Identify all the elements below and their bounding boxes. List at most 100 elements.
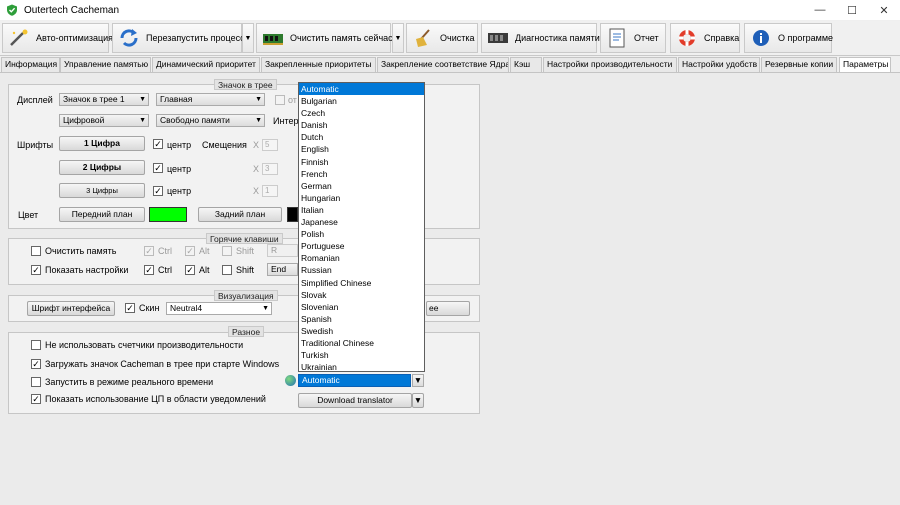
- center2-checkbox[interactable]: ✓: [153, 163, 163, 173]
- foreground-button[interactable]: Передний план: [59, 207, 145, 222]
- more-button[interactable]: ее: [426, 301, 470, 316]
- show-settings-hotkey-checkbox[interactable]: ✓: [31, 265, 41, 275]
- tab-core-affinity[interactable]: Закрепление соответствие Ядра: [377, 57, 509, 72]
- report-button[interactable]: Отчет: [600, 23, 666, 53]
- free-memory-select[interactable]: Свободно памяти ▼: [156, 114, 265, 127]
- shift1-checkbox[interactable]: [222, 246, 232, 256]
- skin-select[interactable]: Neutral4 ▼: [166, 302, 272, 315]
- language-option[interactable]: Bulgarian: [299, 95, 424, 107]
- tab-dynamic-priority[interactable]: Динамический приоритет: [152, 57, 260, 72]
- language-option[interactable]: Romanian: [299, 252, 424, 264]
- language-option[interactable]: Finnish: [299, 156, 424, 168]
- memory-diagnostics-button[interactable]: Диагностика памяти: [481, 23, 600, 53]
- center3-checkbox[interactable]: ✓: [153, 186, 163, 196]
- x2-spinbox[interactable]: 3: [262, 163, 278, 175]
- digit2-font-button[interactable]: 2 Цифры: [59, 160, 145, 175]
- ctrl2-label: Ctrl: [158, 265, 172, 275]
- restart-process-button[interactable]: Перезапустить процесс: [112, 23, 245, 53]
- clear-memory-hotkey-label: Очистить память: [45, 246, 117, 256]
- tab-backups[interactable]: Резервные копии: [761, 57, 837, 72]
- digit3-font-button[interactable]: 3 Цифры: [59, 183, 145, 198]
- background-button[interactable]: Задний план: [198, 207, 282, 222]
- about-button[interactable]: О программе: [744, 23, 833, 53]
- tab-info[interactable]: Информация: [1, 57, 60, 72]
- shift1-label: Shift: [236, 246, 255, 256]
- auto-optimize-label: Авто-оптимизация: [36, 33, 114, 43]
- center1-checkbox[interactable]: ✓: [153, 139, 163, 149]
- window-controls: — ☐ ✕: [804, 0, 900, 20]
- x1-spinbox[interactable]: 5: [262, 139, 278, 151]
- language-option[interactable]: Dutch: [299, 131, 424, 143]
- tab-cache[interactable]: Кэш: [510, 57, 542, 72]
- clear-memory-now-button[interactable]: Очистить память сейчас!: [256, 23, 395, 53]
- language-option[interactable]: Danish: [299, 119, 424, 131]
- no-perf-counters-checkbox[interactable]: [31, 340, 41, 350]
- download-translator-button[interactable]: Download translator: [298, 393, 412, 408]
- language-option[interactable]: Swedish: [299, 325, 424, 337]
- language-option[interactable]: Russian: [299, 264, 424, 276]
- faded-checkbox[interactable]: [275, 95, 285, 105]
- language-option[interactable]: Japanese: [299, 216, 424, 228]
- memory-diagnostics-label: Диагностика памяти: [515, 33, 600, 43]
- language-option[interactable]: Czech: [299, 107, 424, 119]
- language-option[interactable]: Traditional Chinese: [299, 337, 424, 349]
- load-tray-at-startup-checkbox[interactable]: ✓: [31, 359, 41, 369]
- shift2-checkbox[interactable]: [222, 265, 232, 275]
- auto-optimize-button[interactable]: Авто-оптимизация: [2, 23, 113, 53]
- language-option[interactable]: Simplified Chinese: [299, 277, 424, 289]
- language-option[interactable]: Hungarian: [299, 192, 424, 204]
- close-button[interactable]: ✕: [868, 0, 900, 20]
- cpu-usage-tray-checkbox[interactable]: ✓: [31, 394, 41, 404]
- lifebuoy-icon: [679, 30, 695, 46]
- tab-memory-management[interactable]: Управление памятью: [60, 57, 151, 72]
- realtime-mode-checkbox[interactable]: [31, 377, 41, 387]
- hotkey1-key-select[interactable]: R: [267, 244, 298, 257]
- language-option[interactable]: English: [299, 143, 424, 155]
- ctrl1-checkbox[interactable]: ✓: [144, 246, 154, 256]
- tab-convenience-settings[interactable]: Настройки удобств: [678, 57, 760, 72]
- language-option[interactable]: German: [299, 180, 424, 192]
- display-mode-select[interactable]: Значок в трее 1 ▼: [59, 93, 149, 106]
- skin-checkbox[interactable]: ✓: [125, 303, 135, 313]
- language-option[interactable]: Polish: [299, 228, 424, 240]
- foreground-color-swatch[interactable]: [149, 207, 187, 222]
- hotkey2-key-select[interactable]: End: [267, 263, 298, 276]
- background-color-swatch[interactable]: [287, 207, 298, 222]
- minimize-button[interactable]: —: [804, 0, 836, 20]
- report-label: Отчет: [634, 33, 659, 43]
- alt2-checkbox[interactable]: ✓: [185, 265, 195, 275]
- clear-memory-dropdown[interactable]: ▼: [392, 23, 404, 53]
- interface-font-button[interactable]: Шрифт интерфейса: [27, 301, 115, 316]
- language-option[interactable]: Spanish: [299, 313, 424, 325]
- center1-label: центр: [167, 140, 192, 150]
- main-select[interactable]: Главная ▼: [156, 93, 265, 106]
- language-option[interactable]: Slovenian: [299, 301, 424, 313]
- digital-select[interactable]: Цифровой ▼: [59, 114, 149, 127]
- language-option[interactable]: Portuguese: [299, 240, 424, 252]
- language-select[interactable]: Automatic: [298, 374, 411, 387]
- faded-label-1: от: [288, 95, 297, 105]
- download-translator-dropdown[interactable]: ▼: [412, 393, 424, 408]
- alt1-checkbox[interactable]: ✓: [185, 246, 195, 256]
- ctrl2-checkbox[interactable]: ✓: [144, 265, 154, 275]
- cleanup-button[interactable]: Очистка: [406, 23, 478, 53]
- language-option[interactable]: French: [299, 168, 424, 180]
- tab-fixed-priorities[interactable]: Закрепленные приоритеты: [261, 57, 376, 72]
- language-option[interactable]: Italian: [299, 204, 424, 216]
- language-option[interactable]: Turkish: [299, 349, 424, 361]
- language-option[interactable]: Slovak: [299, 289, 424, 301]
- help-button[interactable]: Справка: [670, 23, 740, 53]
- clear-memory-hotkey-checkbox[interactable]: [31, 246, 41, 256]
- digit1-font-button[interactable]: 1 Цифра: [59, 136, 145, 151]
- load-tray-at-startup-label: Загружать значок Cacheman в трее при ста…: [45, 359, 280, 369]
- x3-spinbox[interactable]: 1: [262, 185, 278, 197]
- language-option[interactable]: Ukrainian: [299, 361, 424, 373]
- tab-performance-settings[interactable]: Настройки производительности: [543, 57, 677, 72]
- maximize-button[interactable]: ☐: [836, 0, 868, 20]
- language-select-arrow[interactable]: ▼: [412, 374, 424, 387]
- language-option[interactable]: Automatic: [299, 83, 424, 96]
- tab-parameters[interactable]: Параметры: [839, 57, 891, 73]
- cleanup-label: Очистка: [440, 33, 475, 43]
- restart-process-dropdown[interactable]: ▼: [242, 23, 254, 53]
- wand-icon: [10, 29, 28, 46]
